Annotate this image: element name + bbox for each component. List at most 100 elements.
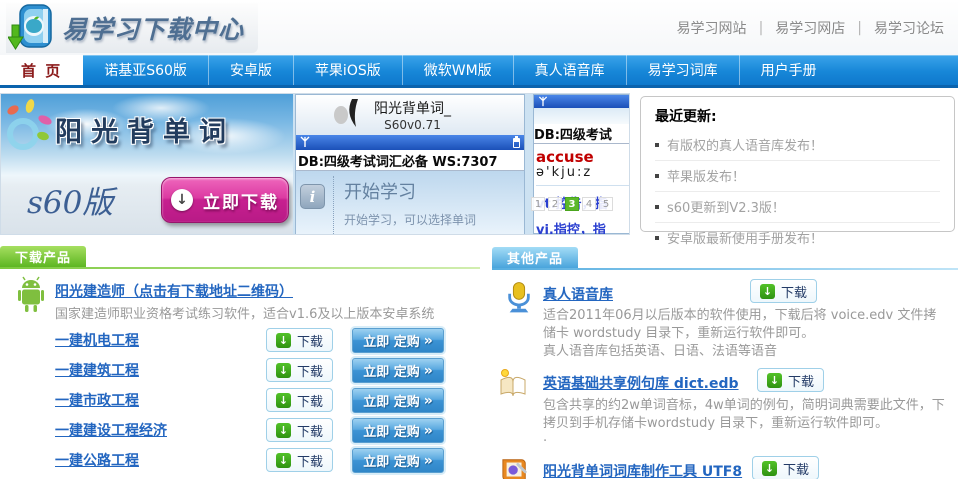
download-button-label: 下载 [297, 451, 323, 470]
word-card: accuse ə'kju:z vt.控告，指 vi.指控，指 [534, 144, 629, 234]
download-button[interactable]: ↓ 下载 [752, 456, 819, 479]
battery-icon [513, 138, 520, 148]
app-version: S60v0.71 [374, 118, 451, 132]
download-button[interactable]: ↓ 下载 [266, 388, 333, 412]
dict-tool-link[interactable]: 阳光背单词词库制作工具 UTF8 [543, 461, 742, 479]
download-row: 一建建筑工程 ↓ 下载 立即 定购 » [0, 358, 470, 384]
builder-product-link[interactable]: 阳光建造师（点击有下载地址二维码） [55, 281, 293, 301]
product-desc-line: 真人语音库包括英语、日语、法语等语音 [543, 340, 958, 359]
db-status-line: DB:四级考试词汇必备 WS:7307 [296, 150, 524, 171]
download-button-label: 下载 [297, 331, 323, 350]
slideshow-pager: 1 2 3 4 5 [531, 197, 613, 211]
nav-tab-ios[interactable]: 苹果iOS版 [293, 55, 402, 85]
bullet-icon [655, 205, 659, 209]
download-button[interactable]: ↓ 下载 [757, 368, 824, 392]
update-item: 苹果版发布！ [655, 161, 940, 192]
update-item: 安卓版最新使用手册发布！ [655, 223, 940, 253]
update-text: s60更新到V2.3版！ [667, 197, 785, 216]
chevron-right-icon: » [424, 363, 433, 379]
antenna-icon [300, 133, 310, 152]
pager-dot-4[interactable]: 4 [582, 197, 596, 211]
chevron-right-icon: » [424, 423, 433, 439]
sentence-library-link[interactable]: 英语基础共享例句库 dict.edb [543, 373, 739, 393]
download-arrow-icon: ↓ [760, 284, 775, 299]
update-text: 安卓版最新使用手册发布！ [667, 228, 823, 247]
banner-left: 阳光背单词 s60版 ↓ 立即下载 [1, 94, 293, 234]
download-arrow-icon: ↓ [276, 423, 291, 438]
download-button-label: 下载 [297, 391, 323, 410]
nav-tab-nokia-s60[interactable]: 诺基亚S60版 [83, 55, 208, 85]
download-button[interactable]: ↓ 下载 [266, 418, 333, 442]
download-row: 一建市政工程 ↓ 下载 立即 定购 » [0, 388, 470, 414]
info-icon: i [300, 184, 325, 209]
order-button-label: 立即 定购 [363, 391, 420, 410]
pager-dot-5[interactable]: 5 [599, 197, 613, 211]
pager-dot-3-active[interactable]: 3 [565, 197, 579, 211]
bullet-icon [655, 236, 659, 240]
product-desc-line: . [543, 430, 958, 445]
nav-tab-manual[interactable]: 用户手册 [739, 55, 838, 85]
app-logo-icon [332, 98, 364, 132]
android-icon [14, 276, 48, 318]
voice-library-link[interactable]: 真人语音库 [543, 284, 613, 304]
order-now-button[interactable]: 立即 定购 » [352, 328, 444, 353]
app-title: 阳光背单词_ [374, 98, 451, 118]
download-row: 一建建设工程经济 ↓ 下载 立即 定购 » [0, 418, 470, 444]
nav-tab-home[interactable]: 首 页 [0, 55, 83, 85]
word-headword: accuse [536, 149, 629, 165]
site-title: 易学习下载中心 [62, 10, 244, 46]
download-button[interactable]: ↓ 下载 [266, 358, 333, 382]
course-link[interactable]: 一建建筑工程 [55, 360, 139, 380]
nav-tab-dictionary[interactable]: 易学习词库 [626, 55, 739, 85]
pager-dot-1[interactable]: 1 [531, 197, 545, 211]
order-now-button[interactable]: 立即 定购 » [352, 418, 444, 443]
chevron-right-icon: » [424, 393, 433, 409]
book-icon [497, 368, 529, 402]
screenshot-sky [534, 108, 629, 124]
order-now-button[interactable]: 立即 定购 » [352, 358, 444, 383]
download-button[interactable]: ↓ 下载 [266, 448, 333, 472]
banner-edition: s60版 [27, 177, 113, 222]
download-center-page: 易学习下载中心 易学习网站 | 易学习网店 | 易学习论坛 首 页 诺基亚S60… [0, 0, 958, 479]
link-forum[interactable]: 易学习论坛 [874, 18, 944, 38]
pager-dot-2[interactable]: 2 [548, 197, 562, 211]
order-now-button[interactable]: 立即 定购 » [352, 388, 444, 413]
course-link[interactable]: 一建公路工程 [55, 450, 139, 470]
download-button[interactable]: ↓ 下载 [750, 279, 817, 303]
course-link[interactable]: 一建机电工程 [55, 330, 139, 350]
product-desc-line: 拷贝到手机存储卡wordstudy 目录下，重新运行软件即可。 [543, 412, 958, 431]
link-store[interactable]: 易学习网店 [775, 18, 845, 38]
db-status-line: DB:四级考试 [534, 124, 629, 144]
phone-statusbar [296, 135, 524, 150]
nav-tab-android[interactable]: 安卓版 [208, 55, 293, 85]
chevron-right-icon: » [424, 333, 433, 349]
course-link[interactable]: 一建市政工程 [55, 390, 139, 410]
promo-banner: 阳光背单词 s60版 ↓ 立即下载 阳光背单词_ [0, 93, 630, 235]
screenshot-slideshow: 阳光背单词_ S60v0.71 DB:四级考试词汇必备 WS:7307 i 开始… [293, 94, 629, 234]
word-meaning-vi: vi.指控，指 [536, 219, 629, 234]
link-website[interactable]: 易学习网站 [677, 18, 747, 38]
link-separator: | [857, 20, 862, 36]
order-now-button[interactable]: 立即 定购 » [352, 448, 444, 473]
product-desc-line: 储卡 wordstudy 目录下，重新运行软件即可。 [543, 322, 958, 341]
banner-download-button[interactable]: ↓ 立即下载 [161, 177, 289, 223]
banner-download-label: 立即下载 [203, 188, 279, 213]
menu-item-subtitle: 开始学习，可以选择单词 [344, 211, 476, 228]
order-button-label: 立即 定购 [363, 331, 420, 350]
download-button[interactable]: ↓ 下载 [266, 328, 333, 352]
bullet-icon [655, 143, 659, 147]
site-logo[interactable]: 易学习下载中心 [6, 3, 258, 53]
download-arrow-icon: ↓ [276, 333, 291, 348]
app-menu: i 开始学习 开始学习，可以选择单词 [296, 171, 524, 234]
microphone-icon [505, 281, 533, 318]
section-tab-others: 其他产品 [492, 247, 578, 268]
phone-screenshot-2: DB:四级考试 accuse ə'kju:z vt.控告，指 vi.指控，指 [533, 94, 629, 234]
main-nav: 首 页 诺基亚S60版 安卓版 苹果iOS版 微软WM版 真人语音库 易学习词库… [0, 55, 958, 88]
update-text: 有版权的真人语音库发布！ [667, 135, 823, 154]
download-arrow-icon: ↓ [276, 453, 291, 468]
nav-tab-voice-library[interactable]: 真人语音库 [513, 55, 626, 85]
section-divider-blue [492, 268, 958, 270]
recent-updates-title: 最近更新: [655, 104, 940, 130]
nav-tab-windows-mobile[interactable]: 微软WM版 [402, 55, 513, 85]
course-link[interactable]: 一建建设工程经济 [55, 420, 167, 440]
